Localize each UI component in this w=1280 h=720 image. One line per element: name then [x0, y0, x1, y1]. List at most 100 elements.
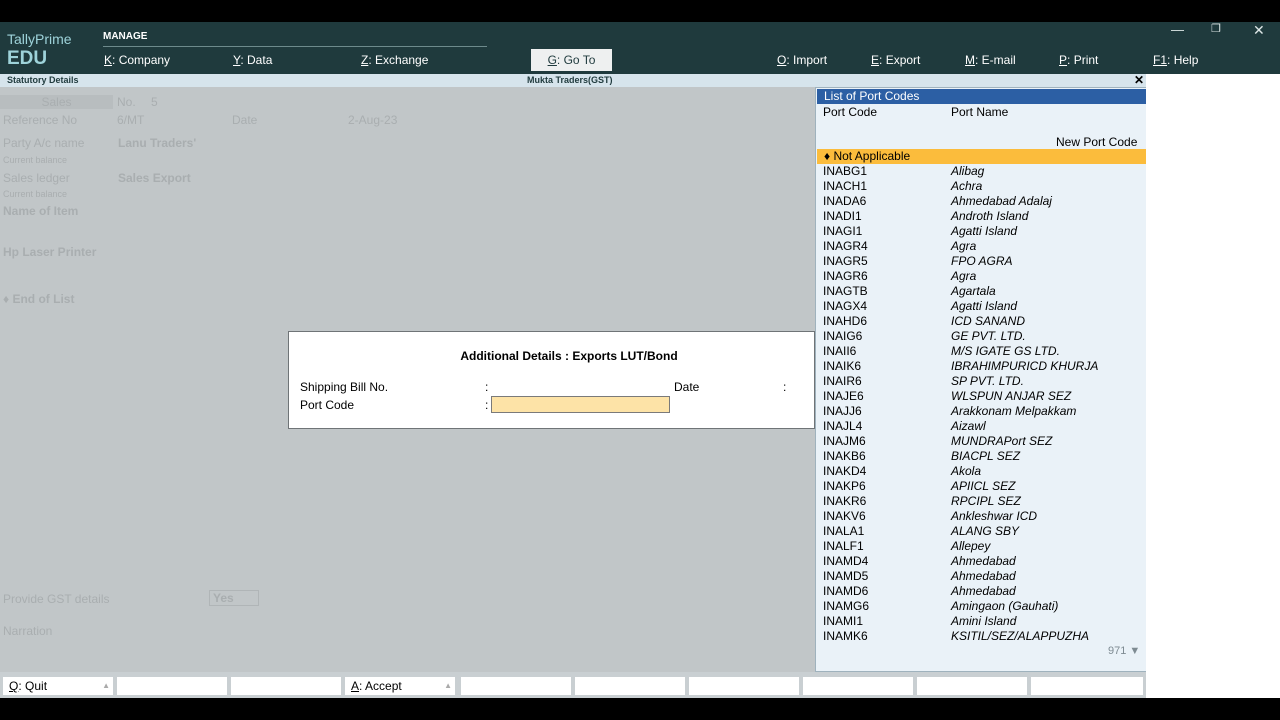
footer-slot [117, 677, 227, 695]
port-list-row[interactable]: INAKD4 Akola [816, 464, 1146, 479]
port-list-row[interactable]: INAGR5 FPO AGRA [816, 254, 1146, 269]
port-code-cell: INAMD6 [823, 584, 869, 598]
gst-details-value: Yes [209, 590, 259, 606]
quit-label: Quit [25, 679, 48, 693]
voucher-no-value: 5 [151, 95, 158, 109]
port-list-row[interactable]: INAGTB Agartala [816, 284, 1146, 299]
port-name-column-header: Port Name [951, 105, 1009, 119]
port-list-row[interactable]: INAMD5 Ahmedabad [816, 569, 1146, 584]
port-name-cell: M/S IGATE GS LTD. [951, 344, 1060, 358]
port-list-row[interactable]: INAMI1 Amini Island [816, 614, 1146, 629]
port-code-cell: INAGTB [823, 284, 868, 298]
port-list-row[interactable]: INAIK6 IBRAHIMPURICD KHURJA [816, 359, 1146, 374]
port-list-row[interactable]: INAKB6 BIACPL SEZ [816, 449, 1146, 464]
port-code-cell: INALA1 [823, 524, 865, 538]
port-code-cell: INAJE6 [823, 389, 864, 403]
menu-exchange[interactable]: Z: Exchange [361, 53, 428, 67]
port-list-row[interactable]: INAHD6 ICD SANAND [816, 314, 1146, 329]
port-name-cell: GE PVT. LTD. [951, 329, 1026, 343]
port-list-row[interactable]: INAMG6 Amingaon (Gauhati) [816, 599, 1146, 614]
port-list-count[interactable]: 971 ▼ [1108, 645, 1140, 657]
port-list-row[interactable]: INAKV6 Ankleshwar ICD [816, 509, 1146, 524]
menu-data[interactable]: Y: Data [233, 53, 272, 67]
port-list-row[interactable]: INAGR4 Agra [816, 239, 1146, 254]
port-list-row[interactable]: INAGR6 Agra [816, 269, 1146, 284]
manage-label: MANAGE [103, 31, 148, 42]
menu-company[interactable]: K: Company [104, 53, 170, 67]
port-code-column-header: Port Code [823, 105, 878, 119]
close-icon[interactable]: ✕ [1134, 73, 1144, 87]
port-code-cell: INAKD4 [823, 464, 867, 478]
port-list-row[interactable]: INAMK6 KSITIL/SEZ/ALAPPUZHA [816, 629, 1146, 644]
port-list-row[interactable]: INAJM6 MUNDRAPort SEZ [816, 434, 1146, 449]
close-window-icon[interactable]: ✕ [1253, 22, 1265, 39]
menu-export-key: E [871, 53, 880, 67]
port-list-row[interactable]: INAIR6 SP PVT. LTD. [816, 374, 1146, 389]
voucher-type: Sales [0, 95, 113, 109]
menu-print[interactable]: P: Print [1059, 53, 1098, 67]
menu-export[interactable]: E: Export [871, 53, 920, 67]
screen-title: Statutory Details [7, 75, 79, 85]
menu-help[interactable]: F1: Help [1153, 53, 1198, 67]
reference-value: 6/MT [117, 113, 145, 127]
port-list-row[interactable]: INAMD6 Ahmedabad [816, 584, 1146, 599]
menu-exchange-key: Z [361, 53, 369, 67]
quit-button[interactable]: Q: Quit ▲ [3, 677, 113, 695]
party-value: Lanu Traders' [118, 136, 197, 150]
company-title: Mukta Traders(GST) [527, 75, 613, 85]
port-list-selected-item[interactable]: ♦ Not Applicable [817, 149, 1146, 164]
accept-button[interactable]: A: Accept ▲ [345, 677, 455, 695]
port-list-row[interactable]: INAGI1 Agatti Island [816, 224, 1146, 239]
port-name-cell: Ahmedabad [951, 584, 1016, 598]
menu-import-key: O [777, 53, 787, 67]
footer-slot [575, 677, 685, 695]
shipping-bill-colon: : [485, 380, 489, 394]
port-name-cell: Arakkonam Melpakkam [951, 404, 1077, 418]
current-balance-label: Current balance [3, 155, 68, 165]
end-of-list: ♦ End of List [3, 292, 75, 306]
port-list-row[interactable]: INAMD4 Ahmedabad [816, 554, 1146, 569]
port-list-row[interactable]: INALA1 ALANG SBY [816, 524, 1146, 539]
dialog-title: Additional Details : Exports LUT/Bond [460, 349, 678, 363]
port-name-cell: Agatti Island [951, 224, 1018, 238]
port-list-row[interactable]: INAJJ6 Arakkonam Melpakkam [816, 404, 1146, 419]
restore-icon[interactable]: ❐ [1211, 22, 1221, 35]
menu-email[interactable]: M: E-mail [965, 53, 1016, 67]
port-list-row[interactable]: INABG1 Alibag [816, 164, 1146, 179]
port-list-row[interactable]: INAJL4 Aizawl [816, 419, 1146, 434]
port-list-row[interactable]: INAJE6 WLSPUN ANJAR SEZ [816, 389, 1146, 404]
port-list-row[interactable]: INAKP6 APIICL SEZ [816, 479, 1146, 494]
port-list-row[interactable]: INAII6 M/S IGATE GS LTD. [816, 344, 1146, 359]
port-name-cell: Amingaon (Gauhati) [951, 599, 1059, 613]
port-list-row[interactable]: INADA6 Ahmedabad Adalaj [816, 194, 1146, 209]
port-code-input[interactable] [491, 396, 670, 413]
goto-button[interactable]: G: Go To [531, 49, 612, 71]
port-list-row[interactable]: INAGX4 Agatti Island [816, 299, 1146, 314]
menu-data-key: Y [233, 53, 241, 67]
menu-print-label: Print [1073, 53, 1099, 67]
date-label: Date [232, 113, 258, 127]
port-list-row[interactable]: INAKR6 RPCIPL SEZ [816, 494, 1146, 509]
port-list-row[interactable]: INALF1 Allepey [816, 539, 1146, 554]
port-list-row[interactable]: INADI1 Androth Island [816, 209, 1146, 224]
menu-help-key: F1 [1153, 53, 1168, 67]
minimize-icon[interactable]: — [1171, 22, 1184, 37]
dialog-date-label: Date [674, 380, 700, 394]
new-port-code-button[interactable]: New Port Code [1056, 135, 1137, 149]
menu-import[interactable]: O: Import [777, 53, 827, 67]
footer-slot [231, 677, 341, 695]
quit-arrow-icon: ▲ [102, 681, 110, 690]
port-code-cell: INAMK6 [823, 629, 868, 643]
menu-data-label: Data [247, 53, 273, 67]
top-bar: TallyPrime EDU MANAGE K: Company Y: Data… [0, 22, 1280, 74]
port-name-cell: IBRAHIMPURICD KHURJA [951, 359, 1099, 373]
port-code-cell: INAKB6 [823, 449, 866, 463]
port-code-cell: INACH1 [823, 179, 868, 193]
brand-name: TallyPrime [7, 31, 72, 47]
port-name-cell: Amini Island [951, 614, 1017, 628]
port-list-row[interactable]: INAIG6 GE PVT. LTD. [816, 329, 1146, 344]
footer-slot [803, 677, 913, 695]
port-code-cell: INAGR4 [823, 239, 868, 253]
port-name-cell: Aizawl [951, 419, 986, 433]
port-list-row[interactable]: INACH1 Achra [816, 179, 1146, 194]
